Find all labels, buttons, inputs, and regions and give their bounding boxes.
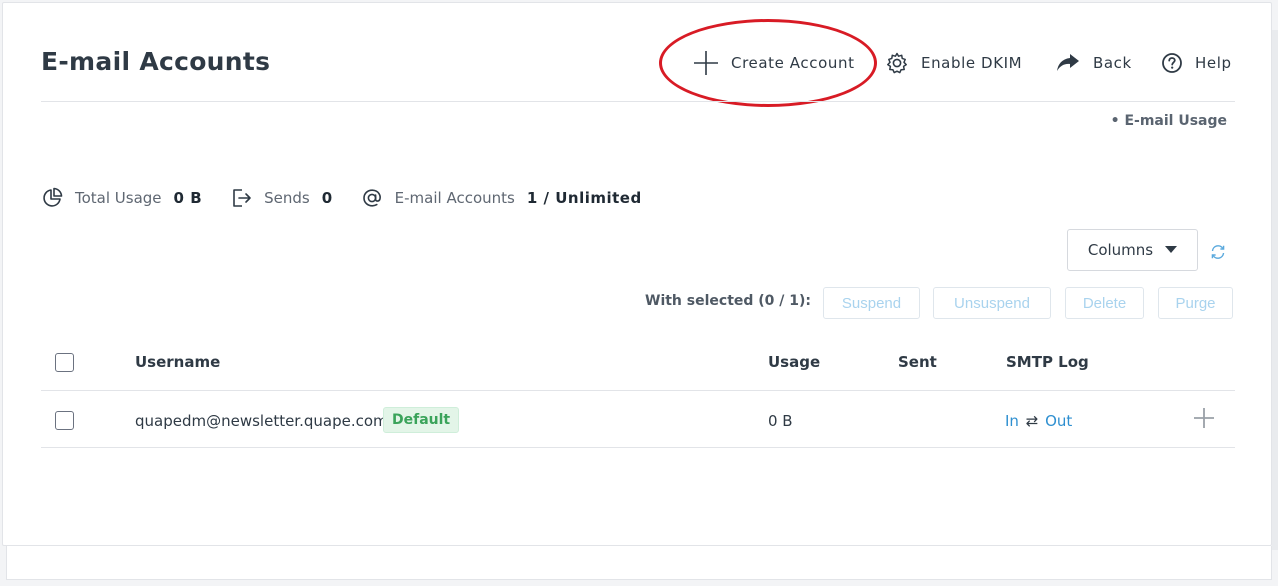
email-accounts-value: 1 / Unlimited [526, 189, 642, 207]
sends-label: Sends [264, 189, 310, 207]
delete-button[interactable]: Delete [1065, 287, 1144, 319]
column-header-sent[interactable]: Sent [898, 353, 937, 371]
row-divider [41, 447, 1235, 448]
back-arrow-icon [1057, 54, 1079, 71]
email-accounts-label: E-mail Accounts [394, 189, 515, 207]
columns-label: Columns [1087, 241, 1154, 259]
at-sign-icon [362, 189, 381, 207]
header-divider [41, 101, 1235, 102]
footer-panel [6, 546, 1272, 580]
scrollbar-track[interactable] [1272, 30, 1278, 550]
refresh-icon[interactable] [1209, 243, 1227, 261]
swap-arrows-icon: ⇄ [1025, 412, 1039, 430]
caret-down-icon [1165, 246, 1178, 253]
total-usage-label: Total Usage [75, 189, 162, 207]
unsuspend-button[interactable]: Unsuspend [933, 287, 1051, 319]
plus-icon [694, 51, 718, 75]
page-background: E-mail Accounts Create Account Enable DK… [0, 0, 1278, 586]
header-row-divider [41, 390, 1235, 391]
gear-icon [887, 52, 907, 74]
with-selected-label: With selected (0 / 1): [645, 293, 812, 309]
row-checkbox[interactable] [55, 411, 74, 430]
help-icon [1162, 53, 1182, 73]
expand-row-plus-icon[interactable] [1193, 407, 1215, 429]
column-header-smtp-log[interactable]: SMTP Log [1006, 353, 1089, 371]
header-actions: Create Account Enable DKIM Back Help [3, 49, 1273, 79]
pie-chart-icon [43, 187, 63, 207]
select-all-checkbox[interactable] [55, 353, 74, 372]
enable-dkim-button[interactable]: Enable DKIM [885, 49, 1022, 77]
back-button[interactable]: Back [1055, 49, 1132, 77]
create-account-button[interactable]: Create Account [693, 49, 855, 77]
column-header-usage[interactable]: Usage [768, 353, 820, 371]
help-label: Help [1195, 54, 1232, 72]
purge-button[interactable]: Purge [1158, 287, 1233, 319]
email-accounts-card: E-mail Accounts Create Account Enable DK… [2, 2, 1272, 546]
columns-dropdown[interactable]: Columns [1067, 229, 1198, 271]
row-usage: 0 B [768, 412, 793, 430]
column-header-username[interactable]: Username [135, 353, 220, 371]
help-button[interactable]: Help [1161, 49, 1232, 77]
back-label: Back [1093, 54, 1132, 72]
stat-email-accounts: E-mail Accounts 1 / Unlimited [361, 187, 642, 209]
sign-out-icon [233, 189, 251, 207]
total-usage-value: 0 B [173, 189, 203, 207]
suspend-button[interactable]: Suspend [823, 287, 920, 319]
email-usage-link[interactable]: • E-mail Usage [1111, 113, 1227, 129]
default-badge: Default [383, 407, 460, 433]
create-account-label: Create Account [731, 54, 855, 72]
smtp-log-links: In ⇄ Out [1005, 412, 1072, 430]
smtp-in-link[interactable]: In [1005, 412, 1019, 430]
row-username[interactable]: quapedm@newsletter.quape.com [135, 412, 388, 430]
stats-bar: Total Usage 0 B Sends 0 E-mail Accounts … [41, 185, 670, 211]
stat-total-usage: Total Usage 0 B [41, 187, 202, 209]
smtp-out-link[interactable]: Out [1045, 412, 1072, 430]
stat-sends: Sends 0 [230, 187, 333, 209]
enable-dkim-label: Enable DKIM [921, 54, 1023, 72]
sends-value: 0 [321, 189, 333, 207]
